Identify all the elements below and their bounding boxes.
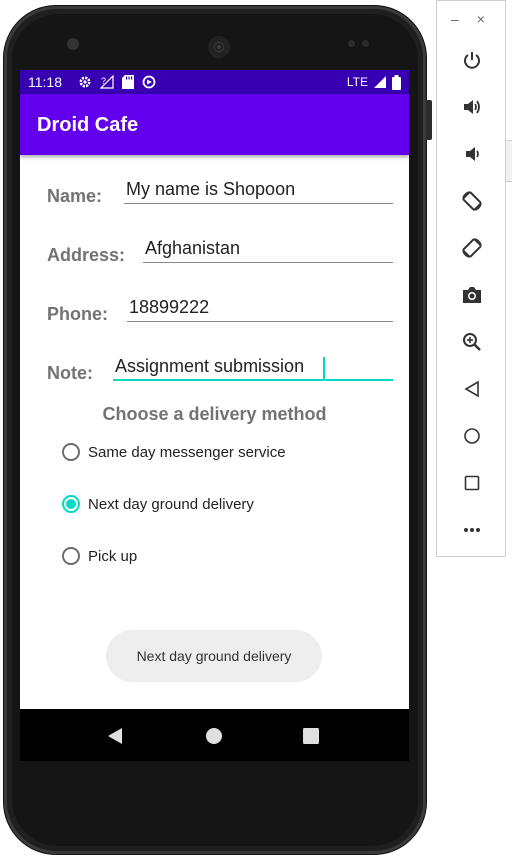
- earpiece-speaker: [208, 36, 230, 58]
- delivery-heading: Choose a delivery method: [102, 404, 327, 424]
- radio-option-next-day[interactable]: Next day ground delivery: [62, 495, 254, 513]
- note-label: Note:: [47, 363, 93, 383]
- back-icon[interactable]: [460, 377, 484, 401]
- cell-signal-icon: [373, 74, 387, 90]
- status-icons: ?: [78, 74, 156, 90]
- camera-icon[interactable]: [460, 283, 484, 307]
- radio-option-same-day[interactable]: Same day messenger service: [62, 443, 286, 461]
- device-side-button: [426, 100, 432, 140]
- sensor-dot: [362, 40, 369, 47]
- radio-button[interactable]: [62, 547, 80, 565]
- text-caret: [323, 357, 325, 379]
- radio-label: Next day ground delivery: [88, 495, 254, 513]
- home-icon[interactable]: [460, 424, 484, 448]
- status-right: LTE: [347, 74, 401, 90]
- radio-label: Pick up: [88, 547, 138, 565]
- background-window-edge: [506, 140, 512, 182]
- front-camera-icon: [67, 38, 79, 50]
- phone-field[interactable]: [127, 294, 393, 322]
- rotate-left-icon[interactable]: [460, 189, 484, 213]
- note-field[interactable]: [113, 353, 393, 381]
- emulator-toolbar: – ×: [436, 0, 506, 557]
- rotate-right-icon[interactable]: [460, 236, 484, 260]
- name-label: Name:: [47, 186, 103, 206]
- volume-down-icon[interactable]: [460, 142, 484, 166]
- battery-icon: [392, 74, 401, 90]
- network-type: LTE: [346, 75, 368, 89]
- status-time: 11:18: [28, 74, 62, 90]
- sensor-dot: [348, 40, 355, 47]
- address-label: Address:: [47, 245, 126, 265]
- app-title: Droid Cafe: [37, 114, 139, 136]
- sd-card-icon: [122, 74, 134, 90]
- radio-button-checked[interactable]: [62, 495, 80, 513]
- navigation-bar: [20, 709, 409, 761]
- svg-text:?: ?: [101, 76, 106, 86]
- radio-button[interactable]: [62, 443, 80, 461]
- gear-icon: [78, 74, 92, 90]
- sync-icon: [142, 74, 156, 90]
- volume-up-icon[interactable]: [460, 95, 484, 119]
- toast-message: Next day ground delivery: [106, 630, 322, 682]
- status-bar: 11:18 ? LTE: [20, 70, 409, 94]
- name-field[interactable]: [124, 176, 393, 204]
- radio-label: Same day messenger service: [88, 443, 286, 461]
- more-icon[interactable]: [460, 518, 484, 542]
- signal-off-icon: ?: [100, 74, 114, 90]
- app-bar: Droid Cafe: [20, 94, 409, 155]
- power-icon[interactable]: [460, 48, 484, 72]
- radio-option-pick-up[interactable]: Pick up: [62, 547, 137, 565]
- phone-label: Phone:: [47, 304, 108, 324]
- app-screen: 11:18 ? LTE Droid Cafe Name: My name is …: [20, 70, 409, 761]
- minimize-button[interactable]: –: [451, 11, 459, 27]
- address-field[interactable]: [143, 235, 393, 263]
- nav-back-icon[interactable]: [105, 726, 125, 746]
- nav-home-icon[interactable]: [204, 726, 224, 746]
- toolbar-window-controls: – ×: [451, 11, 485, 27]
- nav-overview-icon[interactable]: [301, 726, 321, 746]
- overview-icon[interactable]: [460, 471, 484, 495]
- zoom-icon[interactable]: [460, 330, 484, 354]
- close-button[interactable]: ×: [477, 11, 485, 27]
